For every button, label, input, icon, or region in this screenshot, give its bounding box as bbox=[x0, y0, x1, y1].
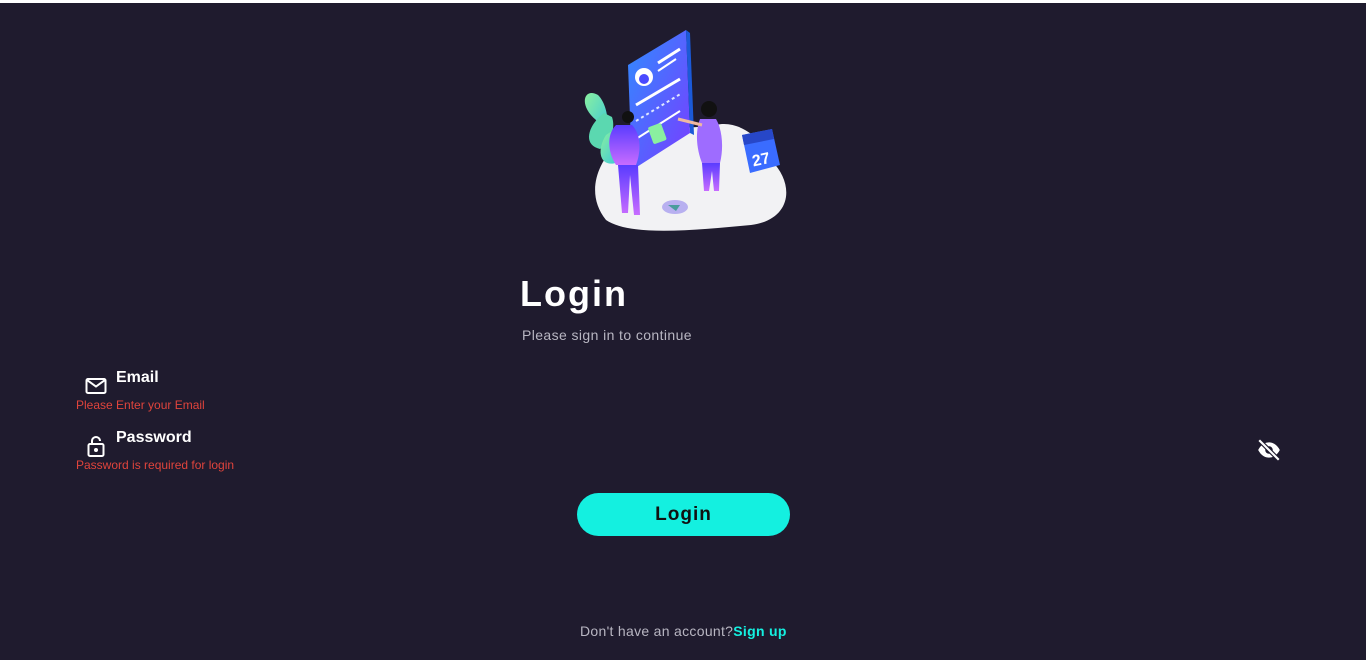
email-input[interactable] bbox=[116, 365, 1246, 399]
login-illustration: 27 bbox=[584, 30, 787, 231]
page-title: Login bbox=[520, 273, 628, 314]
email-error: Please Enter your Email bbox=[76, 398, 205, 412]
password-input[interactable] bbox=[116, 425, 1246, 459]
signup-prompt: Don't have an account?Sign up bbox=[580, 623, 787, 639]
mail-icon bbox=[85, 378, 107, 394]
email-field-row: Email Please Enter your Email bbox=[76, 365, 1290, 419]
calendar-day: 27 bbox=[751, 150, 772, 170]
password-field-row: Password Password is required for login bbox=[76, 425, 1290, 479]
page-subtitle: Please sign in to continue bbox=[522, 327, 692, 343]
eye-off-icon[interactable] bbox=[1256, 437, 1282, 463]
lock-icon bbox=[87, 435, 105, 457]
login-page: 27 Login Please sign in to continue Emai… bbox=[0, 3, 1366, 660]
login-button[interactable]: Login bbox=[577, 493, 790, 536]
signup-prompt-text: Don't have an account? bbox=[580, 623, 734, 639]
signup-link[interactable]: Sign up bbox=[733, 623, 786, 639]
password-error: Password is required for login bbox=[76, 458, 235, 472]
